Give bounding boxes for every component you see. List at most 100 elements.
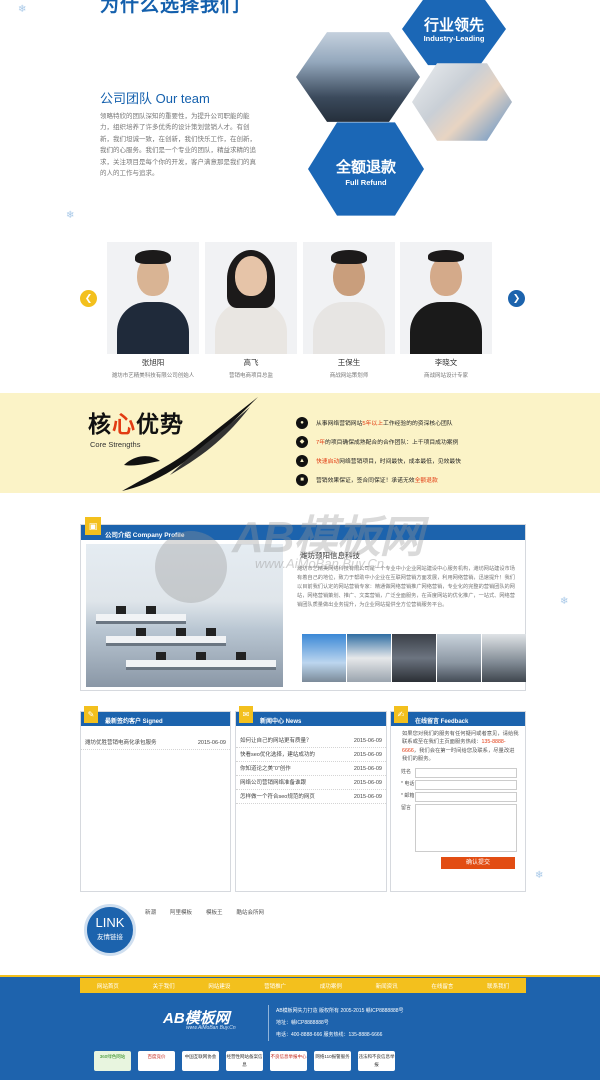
strength-item: ▲ 快速启动网络营销项目，时间最快，成本最低，见效最快 bbox=[296, 451, 546, 470]
certification-badges: 360绿色网站 百度竞价 中国互联网协会 经营性网站备案信息 不良信息举报中心 … bbox=[94, 1051, 395, 1071]
decor-snowflake-icon: ❄ bbox=[66, 210, 75, 221]
team-member-card[interactable]: 李晓文 商战网站设计专家 bbox=[400, 242, 492, 379]
message-textarea[interactable] bbox=[415, 803, 517, 852]
friend-links-badge: LINK 友情链接 bbox=[84, 904, 136, 956]
link-badge-cn: 友情链接 bbox=[97, 934, 123, 941]
team-member-name: 张旭阳 bbox=[141, 358, 165, 367]
phone-field[interactable] bbox=[415, 779, 517, 790]
decor-snowflake-icon: ❄ bbox=[18, 4, 27, 15]
news-badge-icon: ✉ bbox=[239, 706, 253, 723]
news-item[interactable]: 网络公司营销网络准备谁跟 2015-06-09 bbox=[236, 776, 386, 790]
profile-badge-icon: ▣ bbox=[85, 517, 101, 535]
core-strengths-title: 核心优势 bbox=[88, 411, 184, 437]
link-badge-en: LINK bbox=[95, 915, 125, 930]
footer-nav: 网站首页 关于我们 网站建设 营销推广 成功案例 新闻资讯 在线留言 联系我们 bbox=[80, 978, 526, 993]
profile-description: 潍坊市艺精美网络科技有限公司是一个专业中小企业网站建设中心服务机构，潍坊网站建设… bbox=[297, 566, 515, 608]
building-photo bbox=[302, 634, 346, 682]
news-title: 新闻中心 News bbox=[260, 718, 302, 725]
news-item[interactable]: 怎样做一个符合seo规范的网页 2015-06-09 bbox=[236, 790, 386, 804]
friend-link[interactable]: 模板王 bbox=[206, 908, 223, 916]
meeting-photo bbox=[482, 634, 526, 682]
hex-industry-subtitle: Industry-Leading bbox=[423, 34, 485, 43]
email-field[interactable] bbox=[415, 791, 517, 802]
cert-badge[interactable]: 违法和不良信息举报 bbox=[358, 1051, 395, 1071]
team-member-title: 商战网站设计专家 bbox=[423, 373, 468, 379]
section-title-why-choose: 为什么选择我们 bbox=[100, 0, 241, 16]
footer-address: 地址：赣ICP8888888号 bbox=[276, 1020, 329, 1026]
feature-hexagons: 行业领先 Industry-Leading 全额退款 Full Refund bbox=[296, 0, 512, 220]
hex-industry-leading: 行业领先 Industry-Leading bbox=[402, 0, 506, 66]
news-item[interactable]: 你知道论之美“0”创作 2015-06-09 bbox=[236, 762, 386, 776]
team-group-photo bbox=[296, 32, 420, 122]
news-item[interactable]: 快看seo优化选择，建站成功的 2015-06-09 bbox=[236, 748, 386, 762]
cert-badge[interactable]: 360绿色网站 bbox=[94, 1051, 131, 1071]
strength-item: ■ 营销效果保证，签合同保证！承诺无效全额退款 bbox=[296, 470, 546, 489]
footer-nav-item[interactable]: 在线留言 bbox=[431, 982, 453, 990]
footer-logo-url: www.AiMoBan Buy.Cn bbox=[186, 1025, 236, 1031]
list-item[interactable]: 潍坊优胜营销电商化承包服务 2015-06-09 bbox=[81, 736, 230, 750]
hex-industry-title: 行业领先 bbox=[423, 17, 484, 34]
submit-button[interactable]: 确认提交 bbox=[441, 856, 515, 869]
shield-icon: ■ bbox=[296, 473, 308, 486]
core-strengths-subtitle: Core Strengths bbox=[90, 440, 141, 449]
signed-clients-panel: ✎ 最新签约客户 Signed 潍坊优胜营销电商化承包服务 2015-06-09 bbox=[80, 706, 231, 892]
hex-refund-title: 全额退款 bbox=[335, 159, 396, 176]
team-description: 领略特欣的团队深知的重要性，为提升公司职能的能力，组织培养了许多优秀的设计策划营… bbox=[100, 113, 256, 178]
footer-copyright: AB模板网失力打造 版权所有 2005-2015 赣ICP8888888号 bbox=[276, 1008, 404, 1014]
team-member-title: 营销电商项目总监 bbox=[228, 373, 273, 379]
footer-nav-item[interactable]: 联系我们 bbox=[487, 982, 509, 990]
cert-badge[interactable]: 经营性网站备案信息 bbox=[226, 1051, 263, 1071]
team-member-photo bbox=[107, 242, 199, 354]
signed-title: 最新签约客户 Signed bbox=[105, 718, 163, 725]
feedback-title: 在线留言 Feedback bbox=[415, 718, 469, 725]
footer-nav-item[interactable]: 网站首页 bbox=[97, 982, 119, 990]
footer-nav-item[interactable]: 新闻资讯 bbox=[376, 982, 398, 990]
name-field[interactable] bbox=[415, 767, 517, 778]
team-member-photo bbox=[205, 242, 297, 354]
rocket-icon: ▲ bbox=[296, 454, 308, 467]
footer-nav-item[interactable]: 网站建设 bbox=[208, 982, 230, 990]
carousel-prev-button[interactable]: ❮ bbox=[80, 290, 97, 307]
footer-nav-item[interactable]: 成功案例 bbox=[320, 982, 342, 990]
watermark-logo-icon bbox=[155, 531, 227, 603]
cert-badge[interactable]: 中国互联网协会 bbox=[182, 1051, 219, 1071]
team-member-photo bbox=[303, 242, 395, 354]
feedback-form: 姓名 * 电话 * 邮箱 留言 确认提交 bbox=[391, 764, 525, 869]
team-member-title: 商战网站策划师 bbox=[329, 373, 369, 379]
footer-nav-item[interactable]: 营销推广 bbox=[264, 982, 286, 990]
cert-badge[interactable]: 百度竞价 bbox=[138, 1051, 175, 1071]
footer-nav-item[interactable]: 关于我们 bbox=[153, 982, 175, 990]
team-member-title: 潍坊市艺精美科技有限公司创始人 bbox=[111, 373, 195, 379]
cert-badge[interactable]: 不良信息举报中心 bbox=[270, 1051, 307, 1071]
team-member-card[interactable]: 高飞 营销电商项目总监 bbox=[205, 242, 297, 379]
interior-photo bbox=[392, 634, 436, 682]
hex-refund-subtitle: Full Refund bbox=[345, 178, 387, 187]
friend-link[interactable]: 阿里模板 bbox=[170, 908, 192, 916]
team-member-name: 高飞 bbox=[243, 358, 259, 367]
office-photo-thumb bbox=[437, 634, 481, 682]
feedback-badge-icon: ✍ bbox=[394, 706, 408, 723]
friend-link[interactable]: 新潮 bbox=[145, 908, 156, 916]
profile-thumbnail-strip bbox=[302, 634, 526, 682]
strengths-list: ● 从事网络营销网站5年以上工作经验的的资深核心团队 ◆ 7年的项目确保成熟配合… bbox=[296, 413, 546, 489]
team-member-name: 李晓文 bbox=[434, 358, 458, 367]
cert-badge[interactable]: 网络110报警服务 bbox=[314, 1051, 351, 1071]
friend-links: 新潮 阿里模板 模板王 酷站会所网 bbox=[145, 908, 264, 916]
customer-service-photo bbox=[412, 63, 512, 141]
decor-snowflake-icon: ❄ bbox=[535, 870, 544, 881]
team-member-name: 王保生 bbox=[337, 358, 361, 367]
footer-divider bbox=[268, 1005, 269, 1041]
friend-link[interactable]: 酷站会所网 bbox=[237, 908, 265, 916]
news-panel: ✉ 新闻中心 News 如何让自己的网站更有质量？ 2015-06-09 快看seo… bbox=[235, 706, 387, 892]
hex-full-refund: 全额退款 Full Refund bbox=[308, 122, 424, 216]
strength-item: ● 从事网络营销网站5年以上工作经验的的资深核心团队 bbox=[296, 413, 546, 432]
team-member-card[interactable]: 张旭阳 潍坊市艺精美科技有限公司创始人 bbox=[107, 242, 199, 379]
team-member-card[interactable]: 王保生 商战网站策划师 bbox=[303, 242, 395, 379]
feedback-panel: ✍ 在线留言 Feedback 如果您对我们的服务有任何疑问或者意见，请给我联系或… bbox=[390, 706, 526, 892]
news-item[interactable]: 如何让自己的网站更有质量？ 2015-06-09 bbox=[236, 734, 386, 748]
handshake-icon: ◆ bbox=[296, 435, 308, 448]
footer-phone: 电话：400-8888-666 服务热线：135-8888-6666 bbox=[276, 1032, 383, 1038]
carousel-next-button[interactable]: ❯ bbox=[508, 290, 525, 307]
decor-snowflake-icon: ❄ bbox=[560, 596, 569, 607]
team-member-photo bbox=[400, 242, 492, 354]
